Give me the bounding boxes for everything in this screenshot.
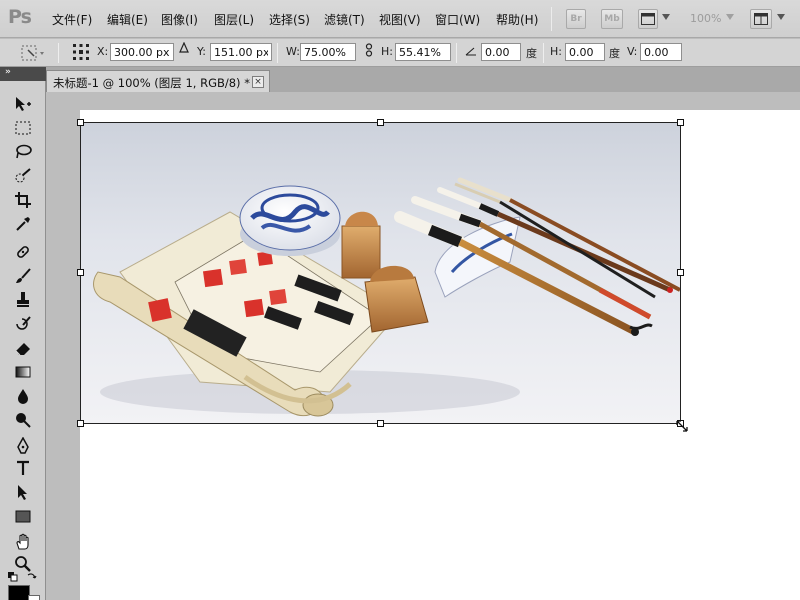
minibridge-button[interactable]: Mb xyxy=(601,9,623,29)
transform-handle-top-right[interactable] xyxy=(677,119,684,126)
menu-window[interactable]: 窗口(W) xyxy=(435,11,480,29)
rotate-unit: 度 xyxy=(526,47,537,60)
healing-brush-icon[interactable] xyxy=(11,241,35,263)
y-field[interactable] xyxy=(210,43,272,61)
history-brush-icon[interactable] xyxy=(11,313,35,335)
menu-image[interactable]: 图像(I) xyxy=(161,11,198,29)
menu-layer[interactable]: 图层(L) xyxy=(214,11,254,29)
document-tab-bar: 未标题-1 @ 100% (图层 1, RGB/8) * × xyxy=(46,67,800,92)
transform-bounding-box[interactable] xyxy=(80,122,681,424)
y-label: Y: xyxy=(197,45,206,58)
menu-bar: Ps 文件(F) 编辑(E) 图像(I) 图层(L) 选择(S) 滤镜(T) 视… xyxy=(0,0,800,38)
menu-filter[interactable]: 滤镜(T) xyxy=(324,11,365,29)
transform-handle-top[interactable] xyxy=(377,119,384,126)
width-field[interactable] xyxy=(300,43,356,61)
transform-handle-left[interactable] xyxy=(77,269,84,276)
rectangle-icon[interactable] xyxy=(11,505,35,527)
swap-colors-icon[interactable] xyxy=(27,571,37,585)
pen-icon[interactable] xyxy=(11,435,35,457)
transform-tool-icon[interactable] xyxy=(20,44,46,65)
crop-icon[interactable] xyxy=(11,189,35,211)
path-select-icon[interactable] xyxy=(11,481,35,503)
relative-position-icon[interactable] xyxy=(179,41,189,57)
link-icon[interactable] xyxy=(365,43,373,60)
clone-stamp-icon[interactable] xyxy=(11,289,35,311)
transform-handle-top-left[interactable] xyxy=(77,119,84,126)
dodge-icon[interactable] xyxy=(11,409,35,431)
options-separator xyxy=(277,43,278,63)
blur-icon[interactable] xyxy=(11,385,35,407)
document-tab-title: 未标题-1 @ 100% (图层 1, RGB/8) * xyxy=(53,76,250,90)
reference-point-icon[interactable] xyxy=(72,43,90,64)
brush-icon[interactable] xyxy=(11,265,35,287)
chevron-down-icon[interactable] xyxy=(662,14,670,20)
quick-select-icon[interactable] xyxy=(11,165,35,187)
screen-mode-icon[interactable] xyxy=(638,9,658,29)
marquee-icon[interactable] xyxy=(11,117,35,139)
close-icon[interactable]: × xyxy=(252,76,264,88)
options-separator xyxy=(456,43,457,63)
x-label: X: xyxy=(97,45,109,58)
type-icon[interactable] xyxy=(11,457,35,479)
height-field[interactable] xyxy=(395,43,451,61)
photoshop-logo: Ps xyxy=(8,6,32,28)
arrange-documents-icon[interactable] xyxy=(750,9,772,29)
gradient-icon[interactable] xyxy=(11,361,35,383)
skew-h-unit: 度 xyxy=(609,47,620,60)
h-label: H: xyxy=(381,45,393,58)
transform-handle-right[interactable] xyxy=(677,269,684,276)
options-separator xyxy=(58,43,59,63)
menu-separator xyxy=(551,7,552,31)
eraser-icon[interactable] xyxy=(11,337,35,359)
lasso-icon[interactable] xyxy=(11,141,35,163)
options-separator xyxy=(543,43,544,63)
move-icon[interactable] xyxy=(11,93,35,115)
chevron-down-icon[interactable] xyxy=(726,14,734,20)
options-bar: X: Y: W: H: 度 H: 度 V: xyxy=(0,39,800,67)
hand-icon[interactable] xyxy=(11,531,35,553)
skew-h-field[interactable] xyxy=(565,43,605,61)
menu-view[interactable]: 视图(V) xyxy=(379,11,421,29)
bridge-button[interactable]: Br xyxy=(566,9,586,29)
zoom-level[interactable]: 100% xyxy=(690,12,721,25)
skew-v-label: V: xyxy=(627,45,638,58)
default-colors-icon[interactable] xyxy=(8,571,18,585)
skew-h-label: H: xyxy=(550,45,562,58)
w-label: W: xyxy=(286,45,300,58)
transform-handle-bottom[interactable] xyxy=(377,420,384,427)
skew-v-field[interactable] xyxy=(640,43,682,61)
eyedropper-icon[interactable] xyxy=(11,213,35,235)
menu-select[interactable]: 选择(S) xyxy=(269,11,310,29)
tools-panel: » xyxy=(0,67,46,600)
rotate-field[interactable] xyxy=(481,43,521,61)
collapse-icon[interactable]: » xyxy=(5,67,11,77)
menu-edit[interactable]: 编辑(E) xyxy=(107,11,148,29)
menu-help[interactable]: 帮助(H) xyxy=(496,11,538,29)
foreground-color-swatch[interactable] xyxy=(8,585,30,600)
rotate-angle-icon xyxy=(465,45,477,59)
transform-handle-bottom-left[interactable] xyxy=(77,420,84,427)
background-color-swatch[interactable] xyxy=(28,595,40,600)
chevron-down-icon[interactable] xyxy=(777,14,785,20)
document-tab[interactable]: 未标题-1 @ 100% (图层 1, RGB/8) * × xyxy=(46,70,270,92)
x-field[interactable] xyxy=(110,43,174,61)
resize-cursor-icon xyxy=(676,420,688,435)
menu-file[interactable]: 文件(F) xyxy=(52,11,92,29)
tools-panel-header[interactable]: » xyxy=(0,67,46,81)
